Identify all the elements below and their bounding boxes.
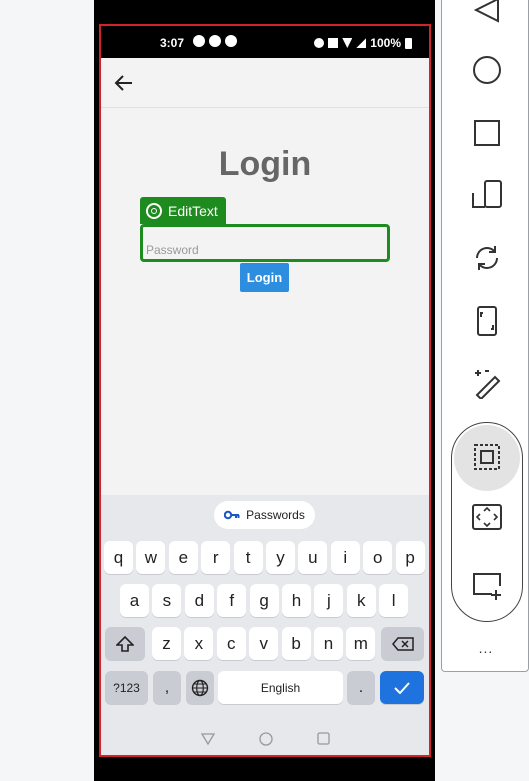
key-o[interactable]: o — [363, 541, 393, 574]
back-icon[interactable] — [467, 0, 507, 30]
key-t[interactable]: t — [233, 541, 263, 574]
globe-icon — [191, 679, 209, 696]
passwords-chip[interactable]: Passwords — [214, 501, 315, 529]
overview-icon[interactable] — [467, 113, 507, 153]
emulator-toolbar: ... — [441, 0, 529, 672]
emulator-window: 3:07 100% Login Login EditText Passwords… — [0, 0, 529, 781]
shift-icon — [116, 635, 134, 652]
passwords-chip-label: Passwords — [246, 508, 305, 522]
nav-recents-icon[interactable] — [316, 732, 330, 745]
app-bar — [100, 58, 430, 108]
enter-key[interactable] — [380, 671, 424, 704]
key-f[interactable]: f — [217, 584, 247, 617]
key-w[interactable]: w — [136, 541, 166, 574]
key-y[interactable]: y — [266, 541, 295, 574]
key-i[interactable]: i — [330, 541, 360, 574]
key-h[interactable]: h — [282, 584, 311, 617]
signal-icon — [356, 38, 367, 48]
app-notification-icon — [225, 35, 237, 47]
key-b[interactable]: b — [281, 627, 311, 660]
edit-icon[interactable] — [467, 363, 507, 403]
more-button[interactable]: ... — [442, 640, 529, 656]
key-z[interactable]: z — [152, 627, 181, 660]
language-key[interactable] — [186, 671, 214, 704]
key-m[interactable]: m — [346, 627, 376, 660]
status-time: 3:07 — [160, 36, 185, 50]
space-key[interactable]: English — [218, 671, 343, 704]
key-row-3: zxcvbnm — [100, 627, 430, 661]
key-u[interactable]: u — [298, 541, 328, 574]
key-l[interactable]: l — [379, 584, 409, 617]
rotate-device-icon[interactable] — [467, 175, 507, 215]
back-button[interactable] — [112, 71, 136, 95]
device-screen: 3:07 100% Login Login EditText Passwords… — [100, 25, 430, 756]
checkmark-icon — [394, 681, 410, 694]
key-q[interactable]: q — [104, 541, 133, 574]
key-n[interactable]: n — [314, 627, 343, 660]
whatsapp-icon — [193, 35, 205, 47]
arrow-left-icon — [114, 75, 132, 91]
key-k[interactable]: k — [346, 584, 376, 617]
key-a[interactable]: a — [120, 584, 149, 617]
login-button[interactable]: Login — [240, 263, 289, 292]
key-g[interactable]: g — [249, 584, 279, 617]
inspector-tag: EditText — [140, 197, 226, 224]
key-row-4: ?123 , English . — [100, 671, 430, 705]
key-d[interactable]: d — [184, 584, 214, 617]
suggestion-strip: Passwords — [100, 495, 430, 535]
app-notification-icon — [209, 35, 221, 47]
key-r[interactable]: r — [201, 541, 231, 574]
vibrate-icon — [328, 38, 339, 48]
status-right: 100% — [314, 36, 412, 50]
rotate-screen-icon[interactable] — [467, 238, 507, 278]
key-icon — [224, 510, 240, 520]
page-title: Login — [218, 145, 312, 183]
fit-screen-icon[interactable] — [467, 497, 507, 537]
key-p[interactable]: p — [395, 541, 425, 574]
home-icon[interactable] — [467, 50, 507, 90]
inspector-highlight — [140, 224, 390, 262]
soft-keyboard: Passwords qwertyuiop asdfghjkl zxcvbnm ?… — [100, 495, 430, 756]
navigation-bar — [100, 721, 430, 756]
battery-icon — [405, 37, 412, 49]
comma-key[interactable]: , — [153, 671, 181, 704]
key-row-1: qwertyuiop — [100, 541, 430, 575]
backspace-key[interactable] — [381, 627, 424, 660]
target-icon — [146, 202, 162, 219]
key-e[interactable]: e — [168, 541, 198, 574]
symbols-key[interactable]: ?123 — [105, 671, 148, 704]
add-display-icon[interactable] — [467, 565, 507, 605]
nav-back-icon[interactable] — [200, 732, 215, 745]
period-key[interactable]: . — [347, 671, 375, 704]
select-area-icon[interactable] — [467, 437, 507, 477]
alarm-icon — [314, 38, 325, 48]
shift-key[interactable] — [105, 627, 145, 660]
key-row-2: asdfghjkl — [100, 584, 430, 618]
key-c[interactable]: c — [216, 627, 246, 660]
key-j[interactable]: j — [314, 584, 344, 617]
status-bar: 3:07 100% — [100, 25, 430, 58]
backspace-icon — [391, 636, 414, 651]
inspector-element-type: EditText — [168, 202, 218, 219]
battery-percent: 100% — [370, 36, 401, 50]
nav-home-icon[interactable] — [258, 731, 273, 746]
key-x[interactable]: x — [184, 627, 214, 660]
key-v[interactable]: v — [249, 627, 279, 660]
wifi-icon — [342, 38, 353, 48]
key-s[interactable]: s — [152, 584, 182, 617]
fold-icon[interactable] — [467, 301, 507, 341]
